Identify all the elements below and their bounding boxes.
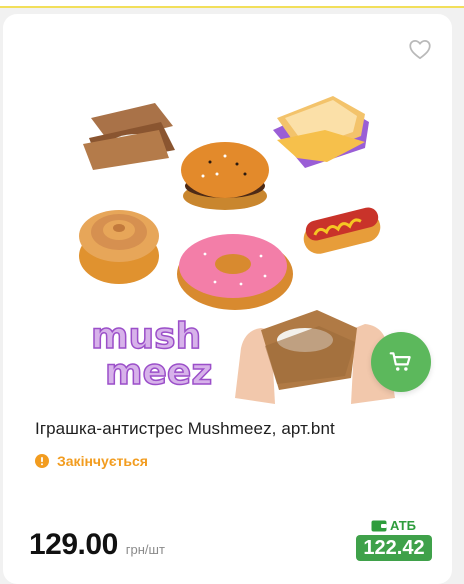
product-card[interactable]: mush meez Іграшка-антистрес Mushmeez, ар…: [3, 14, 452, 584]
sandwich-toy: [273, 96, 369, 168]
stock-status: Закінчується: [35, 453, 148, 469]
promo-label-text: АТБ: [390, 518, 417, 533]
price-value: 129.00: [29, 528, 118, 561]
price-block: 129.00 грн/шт: [29, 528, 165, 562]
product-image[interactable]: mush meez: [65, 78, 395, 404]
promo-label: АТБ: [371, 518, 416, 533]
svg-text:meez: meez: [105, 352, 212, 393]
svg-text:mush: mush: [91, 316, 201, 357]
heart-outline-icon: [409, 40, 431, 60]
donut-toy: [177, 234, 293, 310]
shopping-cart-icon: [389, 352, 411, 371]
favorite-button[interactable]: [407, 36, 433, 62]
add-to-cart-button[interactable]: [371, 332, 431, 392]
status-label: Закінчується: [57, 453, 148, 469]
burger-toy: [181, 142, 269, 210]
hotdog-toy: [303, 207, 381, 254]
top-strip: [0, 0, 464, 8]
cinnamon-roll-toy: [79, 210, 159, 284]
smore-toy: [83, 103, 175, 170]
price-unit: грн/шт: [125, 542, 165, 557]
product-title[interactable]: Іграшка-антистрес Mushmeez, арт.bnt: [35, 419, 335, 439]
promo-price: 122.42: [356, 535, 432, 561]
mushmeez-logo: mush meez: [90, 315, 213, 394]
wallet-icon: [371, 520, 387, 531]
exclamation-circle-icon: [35, 454, 49, 468]
